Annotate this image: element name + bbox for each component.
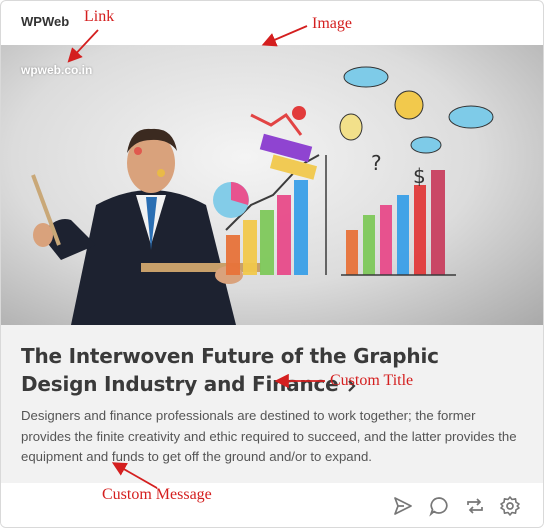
comment-icon[interactable] xyxy=(428,495,450,517)
post-title-link[interactable]: The Interwoven Future of the Graphic Des… xyxy=(21,342,521,398)
annotation-link-label: Link xyxy=(84,8,115,25)
gear-icon[interactable] xyxy=(499,495,521,517)
doodle-decorations: ? $ xyxy=(292,66,494,188)
illustration-graphic: ? $ xyxy=(31,66,494,325)
annotation-image-label: Image xyxy=(312,15,352,32)
svg-text:$: $ xyxy=(413,164,426,188)
site-link[interactable]: WPWeb xyxy=(21,14,69,29)
action-bar xyxy=(1,483,543,527)
post-message: Designers and finance professionals are … xyxy=(21,408,517,464)
send-icon[interactable] xyxy=(392,495,414,517)
repost-icon[interactable] xyxy=(464,495,486,517)
image-watermark: wpweb.co.in xyxy=(21,63,93,77)
annotation-message-label: Custom Message xyxy=(102,486,212,503)
businessman-figure xyxy=(31,128,261,325)
post-image[interactable]: ? $ wpweb.co.in xyxy=(1,45,543,325)
svg-text:?: ? xyxy=(371,151,382,175)
post-body: The Interwoven Future of the Graphic Des… xyxy=(1,325,543,483)
post-card: WPWeb ? $ wpweb.co.in The Interwoven Fut… xyxy=(0,0,544,528)
annotation-title-label: Custom Title xyxy=(330,372,414,389)
